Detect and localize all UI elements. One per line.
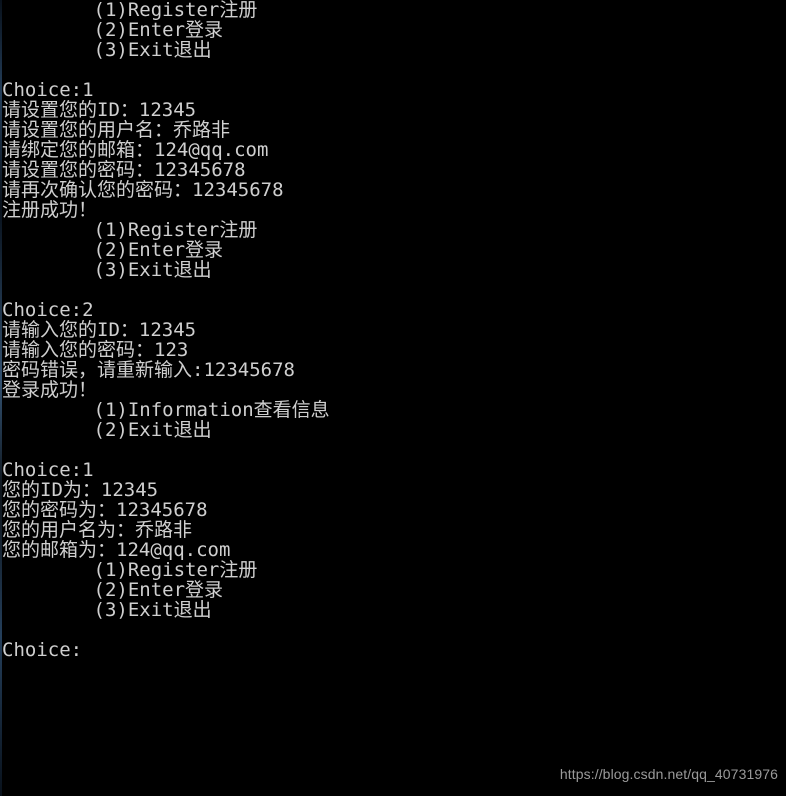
terminal-line: 请输入您的密码：123 — [2, 339, 189, 361]
terminal-line: (2)Enter登录 — [2, 19, 224, 41]
terminal-line: (2)Enter登录 — [2, 579, 224, 601]
terminal-line: 请输入您的ID：12345 — [2, 319, 197, 341]
terminal-line: (1)Register注册 — [2, 0, 258, 21]
terminal-line: (2)Enter登录 — [2, 239, 224, 261]
terminal-line: Choice: — [2, 639, 83, 661]
terminal-line: (1)Register注册 — [2, 219, 258, 241]
terminal-line: (3)Exit退出 — [2, 39, 212, 61]
terminal-line: Choice:2 — [2, 299, 94, 321]
terminal-line: (1)Register注册 — [2, 559, 258, 581]
console-window: (1)Register注册 (2)Enter登录 (3)Exit退出 Choice… — [0, 0, 786, 796]
terminal-line: 您的ID为：12345 — [2, 479, 159, 501]
terminal-line: Choice:1 — [2, 459, 94, 481]
window-left-edge — [0, 0, 2, 796]
terminal-line: 登录成功！ — [2, 379, 98, 401]
terminal-line: 请设置您的密码：12345678 — [2, 159, 246, 181]
terminal-line: 请设置您的用户名：乔路非 — [2, 119, 231, 141]
csdn-watermark: https://blog.csdn.net/qq_40731976 — [559, 766, 778, 782]
terminal-output[interactable]: (1)Register注册 (2)Enter登录 (3)Exit退出 Choice… — [0, 0, 786, 660]
terminal-line: 注册成功！ — [2, 199, 98, 221]
terminal-line: 请再次确认您的密码：12345678 — [2, 179, 284, 201]
terminal-line: (2)Exit退出 — [2, 419, 212, 441]
terminal-line: 您的邮箱为：124@qq.com — [2, 539, 231, 561]
terminal-line: 请设置您的ID：12345 — [2, 99, 197, 121]
terminal-line: Choice:1 — [2, 79, 94, 101]
terminal-line: (3)Exit退出 — [2, 259, 212, 281]
terminal-line: (3)Exit退出 — [2, 599, 212, 621]
terminal-line: 您的用户名为：乔路非 — [2, 519, 193, 541]
terminal-line: 您的密码为：12345678 — [2, 499, 208, 521]
terminal-line: (1)Information查看信息 — [2, 399, 330, 421]
terminal-line: 请绑定您的邮箱：124@qq.com — [2, 139, 269, 161]
terminal-line: 密码错误，请重新输入:12345678 — [2, 359, 295, 381]
